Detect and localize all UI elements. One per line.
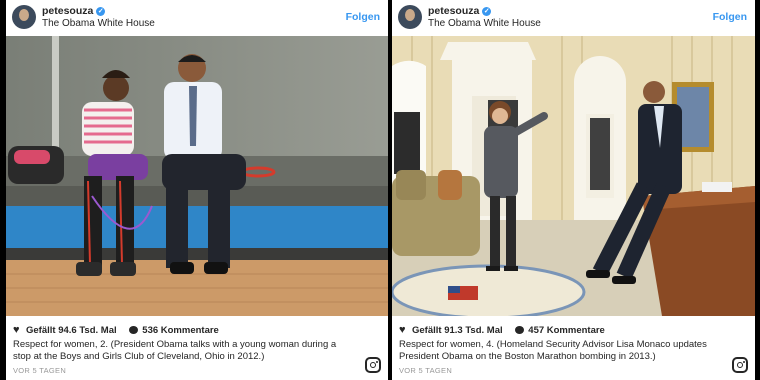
post-header: petesouza ✓ The Obama White House Folgen bbox=[392, 0, 755, 36]
heart-icon[interactable]: ♥ bbox=[399, 324, 409, 336]
post-caption: Respect for women, 2. (President Obama t… bbox=[13, 339, 337, 362]
comment-bubble-icon[interactable] bbox=[515, 326, 525, 334]
post-footer: ♥ Gefällt 91.3 Tsd. Mal 457 Kommentare Re… bbox=[392, 316, 755, 380]
likes-count[interactable]: Gefällt 94.6 Tsd. Mal bbox=[26, 325, 117, 336]
verified-badge-icon: ✓ bbox=[96, 7, 106, 16]
avatar[interactable] bbox=[12, 5, 36, 29]
username-link[interactable]: petesouza ✓ bbox=[428, 5, 492, 17]
post-photo[interactable] bbox=[6, 36, 388, 316]
post-caption: Respect for women, 4. (Homeland Security… bbox=[399, 339, 707, 362]
comments-count[interactable]: 536 Kommentare bbox=[142, 325, 219, 336]
avatar[interactable] bbox=[398, 5, 422, 29]
post-stats: ♥ Gefällt 94.6 Tsd. Mal 536 Kommentare bbox=[13, 324, 219, 336]
post-timestamp[interactable]: VOR 5 TAGEN bbox=[399, 366, 452, 375]
post-timestamp[interactable]: VOR 5 TAGEN bbox=[13, 366, 66, 375]
instagram-icon[interactable] bbox=[732, 357, 748, 373]
location-link[interactable]: The Obama White House bbox=[42, 18, 155, 29]
post-photo[interactable] bbox=[392, 36, 755, 316]
follow-button[interactable]: Folgen bbox=[346, 11, 380, 23]
instagram-icon[interactable] bbox=[365, 357, 381, 373]
post-stats: ♥ Gefällt 91.3 Tsd. Mal 457 Kommentare bbox=[399, 324, 605, 336]
instagram-post-1: petesouza✓ The Obama White House Folgen bbox=[6, 0, 388, 380]
post-header: petesouza ✓ The Obama White House Folgen bbox=[6, 0, 388, 36]
likes-count[interactable]: Gefällt 91.3 Tsd. Mal bbox=[412, 325, 503, 336]
username-link[interactable]: petesouza ✓ bbox=[42, 5, 106, 17]
location-link[interactable]: The Obama White House bbox=[428, 18, 541, 29]
verified-badge-icon: ✓ bbox=[482, 7, 492, 16]
heart-icon[interactable]: ♥ bbox=[13, 324, 23, 336]
instagram-post-2: petesouza✓ The Obama White House Folgen bbox=[392, 0, 755, 380]
post-footer: ♥ Gefällt 94.6 Tsd. Mal 536 Kommentare Re… bbox=[6, 316, 388, 380]
comments-count[interactable]: 457 Kommentare bbox=[528, 325, 605, 336]
follow-button[interactable]: Folgen bbox=[713, 11, 747, 23]
comment-bubble-icon[interactable] bbox=[129, 326, 139, 334]
